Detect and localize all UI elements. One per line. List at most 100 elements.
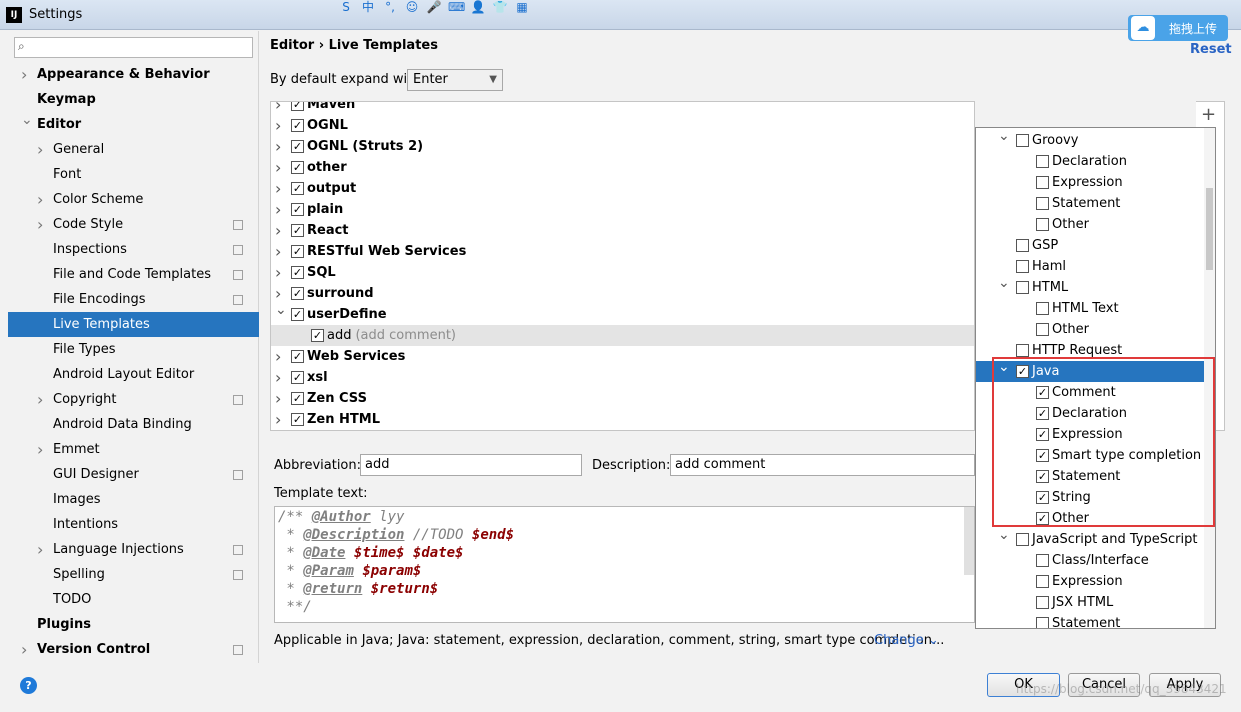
sidebar-item-file-encodings[interactable]: File Encodings — [8, 287, 259, 312]
change-context-link[interactable]: Change ⌄ — [874, 633, 939, 648]
chevron-right-icon[interactable]: › — [275, 367, 281, 388]
context-item-gsp[interactable]: GSP — [976, 235, 1204, 256]
template-item[interactable]: ✓ add (add comment) — [271, 325, 974, 346]
template-checkbox[interactable]: ✓ — [291, 413, 304, 426]
chevron-right-icon[interactable]: › — [21, 62, 27, 87]
popup-scrollbar-thumb[interactable] — [1206, 188, 1213, 270]
sidebar-item-keymap[interactable]: Keymap — [8, 87, 259, 112]
template-checkbox[interactable]: ✓ — [291, 224, 304, 237]
template-checkbox[interactable]: ✓ — [291, 182, 304, 195]
context-item-html[interactable]: ⌄ HTML — [976, 275, 1204, 298]
chevron-down-icon[interactable]: ⌄ — [998, 128, 1010, 147]
template-checkbox[interactable]: ✓ — [291, 308, 304, 321]
template-checkbox[interactable]: ✓ — [291, 287, 304, 300]
context-checkbox[interactable]: ✓ — [1036, 428, 1049, 441]
context-checkbox[interactable] — [1016, 533, 1029, 546]
template-group[interactable]: ⌄ ✓ userDefine — [271, 302, 974, 325]
context-item-http-request[interactable]: HTTP Request — [976, 340, 1204, 361]
template-checkbox[interactable]: ✓ — [291, 392, 304, 405]
help-icon[interactable]: ? — [20, 677, 37, 694]
ime-icon[interactable]: ☺ — [404, 0, 420, 15]
sidebar-item-gui-designer[interactable]: GUI Designer — [8, 462, 259, 487]
sidebar-item-todo[interactable]: TODO — [8, 587, 259, 612]
context-checkbox[interactable] — [1036, 302, 1049, 315]
context-checkbox[interactable] — [1036, 197, 1049, 210]
chevron-right-icon[interactable]: › — [37, 537, 43, 562]
context-item-statement[interactable]: Statement — [976, 613, 1204, 628]
chevron-right-icon[interactable]: › — [37, 137, 43, 162]
context-checkbox[interactable]: ✓ — [1036, 449, 1049, 462]
context-checkbox[interactable] — [1016, 260, 1029, 273]
sidebar-item-images[interactable]: Images — [8, 487, 259, 512]
sidebar-item-version-control[interactable]: › Version Control — [8, 637, 259, 662]
ime-icon[interactable]: 👤 — [470, 0, 486, 15]
template-checkbox[interactable]: ✓ — [291, 119, 304, 132]
context-checkbox[interactable]: ✓ — [1036, 386, 1049, 399]
template-group[interactable]: › ✓ Web Services — [271, 346, 974, 367]
sidebar-item-appearance-behavior[interactable]: › Appearance & Behavior — [8, 62, 259, 87]
chevron-right-icon[interactable]: › — [275, 409, 281, 430]
template-group[interactable]: › ✓ plain — [271, 199, 974, 220]
context-item-expression[interactable]: Expression — [976, 571, 1204, 592]
expand-with-select[interactable]: Enter ▼ — [407, 69, 503, 91]
chevron-right-icon[interactable]: › — [37, 387, 43, 412]
ime-icon[interactable]: ⌨ — [448, 0, 465, 15]
context-checkbox[interactable] — [1016, 344, 1029, 357]
context-item-smart-type-completion[interactable]: ✓ Smart type completion — [976, 445, 1204, 466]
context-checkbox[interactable] — [1036, 155, 1049, 168]
context-item-groovy[interactable]: ⌄ Groovy — [976, 128, 1204, 151]
context-item-string[interactable]: ✓ String — [976, 487, 1204, 508]
chevron-right-icon[interactable]: › — [21, 637, 27, 662]
chevron-right-icon[interactable]: › — [275, 388, 281, 409]
template-text-editor[interactable]: /** @Author lyy * @Description //TODO $e… — [274, 506, 975, 623]
editor-scrollbar[interactable] — [964, 507, 974, 575]
context-checkbox[interactable] — [1016, 134, 1029, 147]
template-group[interactable]: › ✓ output — [271, 178, 974, 199]
context-item-other[interactable]: Other — [976, 319, 1204, 340]
template-checkbox[interactable]: ✓ — [291, 203, 304, 216]
ime-icon[interactable]: ▦ — [514, 0, 530, 15]
chevron-right-icon[interactable]: › — [275, 157, 281, 178]
template-group[interactable]: › ✓ other — [271, 157, 974, 178]
context-checkbox[interactable] — [1036, 218, 1049, 231]
template-group[interactable]: › ✓ Maven — [271, 102, 974, 115]
chevron-right-icon[interactable]: › — [275, 220, 281, 241]
chevron-down-icon[interactable]: ⌄ — [998, 357, 1010, 378]
settings-search-input[interactable]: ⌕ — [14, 37, 253, 58]
template-checkbox[interactable]: ✓ — [311, 329, 324, 342]
template-group[interactable]: › ✓ xsl — [271, 367, 974, 388]
sidebar-item-android-layout-editor[interactable]: Android Layout Editor — [8, 362, 259, 387]
sidebar-item-plugins[interactable]: Plugins — [8, 612, 259, 637]
template-checkbox[interactable]: ✓ — [291, 245, 304, 258]
context-item-haml[interactable]: Haml — [976, 256, 1204, 277]
context-checkbox[interactable]: ✓ — [1036, 470, 1049, 483]
sidebar-item-intentions[interactable]: Intentions — [8, 512, 259, 537]
sidebar-item-emmet[interactable]: › Emmet — [8, 437, 259, 462]
context-item-other[interactable]: Other — [976, 214, 1204, 235]
sidebar-item-file-types[interactable]: File Types — [8, 337, 259, 362]
context-checkbox[interactable] — [1016, 239, 1029, 252]
chevron-right-icon[interactable]: › — [275, 102, 281, 115]
template-group[interactable]: › ✓ React — [271, 220, 974, 241]
sidebar-item-live-templates[interactable]: Live Templates — [8, 312, 259, 337]
context-item-javascript-and-typescript[interactable]: ⌄ JavaScript and TypeScript — [976, 527, 1204, 550]
upload-button[interactable]: ☁ 拖拽上传 — [1128, 15, 1228, 41]
context-item-expression[interactable]: Expression — [976, 172, 1204, 193]
context-checkbox[interactable] — [1016, 281, 1029, 294]
chevron-right-icon[interactable]: › — [37, 437, 43, 462]
sidebar-item-copyright[interactable]: › Copyright — [8, 387, 259, 412]
popup-scrollbar[interactable] — [1204, 128, 1215, 628]
template-checkbox[interactable]: ✓ — [291, 371, 304, 384]
context-item-declaration[interactable]: Declaration — [976, 151, 1204, 172]
chevron-right-icon[interactable]: › — [37, 212, 43, 237]
ime-icon[interactable]: °, — [382, 0, 398, 15]
context-item-html-text[interactable]: HTML Text — [976, 298, 1204, 319]
context-checkbox[interactable]: ✓ — [1036, 491, 1049, 504]
sidebar-item-font[interactable]: Font — [8, 162, 259, 187]
chevron-down-icon[interactable]: ⌄ — [21, 108, 33, 133]
context-checkbox[interactable]: ✓ — [1016, 365, 1029, 378]
sidebar-item-general[interactable]: › General — [8, 137, 259, 162]
chevron-down-icon[interactable]: ⌄ — [998, 273, 1010, 294]
sidebar-item-android-data-binding[interactable]: Android Data Binding — [8, 412, 259, 437]
ime-icon[interactable]: 👕 — [492, 0, 508, 15]
